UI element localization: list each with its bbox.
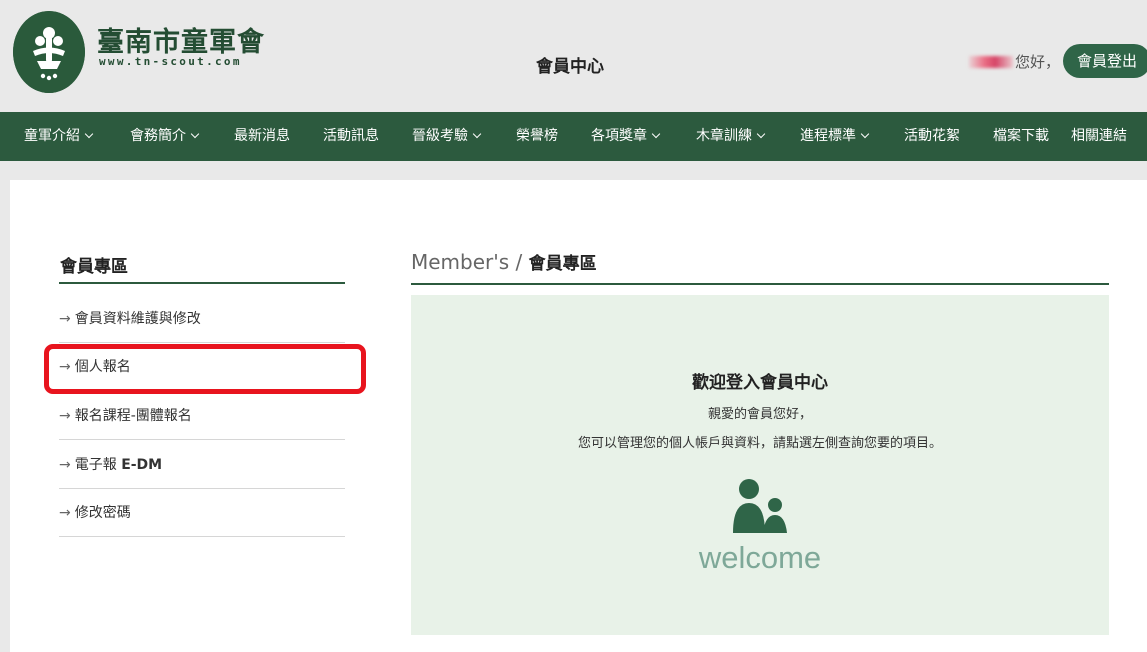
greeting-text: 您好， [1014, 53, 1060, 71]
nav-item-scout-intro[interactable]: 童軍介紹 [24, 112, 94, 161]
arrow-right-icon: → [59, 505, 71, 521]
arrow-right-icon: → [59, 457, 71, 473]
nav-item-gallery[interactable]: 活動花絮 [904, 112, 960, 161]
sidebar-item-label-bold: E-DM [121, 457, 163, 473]
nav-label: 榮譽榜 [516, 128, 558, 144]
nav-label: 木章訓練 [696, 128, 752, 144]
logout-button[interactable]: 會員登出 [1063, 44, 1147, 78]
welcome-panel: 歡迎登入會員中心 親愛的會員您好， 您可以管理您的個人帳戶與資料，請點選左側查詢… [411, 295, 1109, 635]
brand-title[interactable]: 臺南市童軍會 [97, 20, 265, 59]
nav-item-progress-standards[interactable]: 進程標準 [800, 112, 870, 161]
sidebar-item-change-password[interactable]: → 修改密碼 [59, 489, 345, 537]
chevron-down-icon [756, 129, 766, 139]
highlight-annotation [44, 344, 366, 394]
sidebar-item-group-registration[interactable]: → 報名課程-團體報名 [59, 392, 345, 440]
sidebar-item-label: 修改密碼 [74, 505, 131, 521]
sidebar-item-label: 電子報 [74, 457, 122, 473]
people-icon [729, 477, 789, 542]
welcome-heading: 歡迎登入會員中心 [692, 373, 828, 393]
welcome-text: welcome [698, 540, 822, 575]
nav-label: 活動訊息 [323, 128, 379, 144]
chevron-down-icon [651, 129, 661, 139]
sidebar-title: 會員專區 [60, 257, 128, 277]
main-title: Member's / 會員專區 [411, 249, 597, 274]
nav-item-badges[interactable]: 各項獎章 [591, 112, 661, 161]
nav-label: 相關連結 [1071, 128, 1127, 144]
nav-item-woodbadge[interactable]: 木章訓練 [696, 112, 766, 161]
chevron-down-icon [190, 129, 200, 139]
sidebar-item-label: 報名課程-團體報名 [74, 408, 192, 424]
user-greeting: 您好， [968, 51, 1060, 72]
nav-label: 童軍介紹 [24, 128, 80, 144]
nav-item-association-intro[interactable]: 會務簡介 [130, 112, 200, 161]
nav-item-honor-roll[interactable]: 榮譽榜 [516, 112, 558, 161]
chevron-down-icon [84, 129, 94, 139]
nav-label: 活動花絮 [904, 128, 960, 144]
site-header: 臺南市童軍會 www.tn-scout.com 會員中心 您好， 會員登出 [0, 0, 1147, 112]
nav-label: 進程標準 [800, 128, 856, 144]
main-nav: 童軍介紹 會務簡介 最新消息 活動訊息 晉級考驗 榮譽榜 各項獎章 木章訓練 進… [0, 112, 1147, 161]
chevron-down-icon [860, 129, 870, 139]
scout-logo-icon[interactable] [13, 11, 85, 93]
sidebar-item-member-data[interactable]: → 會員資料維護與修改 [59, 295, 345, 343]
welcome-line-1: 親愛的會員您好， [707, 407, 812, 422]
main-title-en: Member's / [411, 250, 529, 274]
nav-label: 晉級考驗 [412, 128, 468, 144]
redacted-username [968, 56, 1013, 68]
nav-item-advancement[interactable]: 晉級考驗 [412, 112, 482, 161]
main-title-zh: 會員專區 [528, 254, 597, 274]
sidebar-item-newsletter[interactable]: → 電子報 E-DM [59, 441, 345, 489]
brand-url: www.tn-scout.com [99, 55, 242, 68]
main-divider [411, 283, 1109, 285]
sidebar-item-label: 會員資料維護與修改 [74, 311, 201, 327]
nav-label: 最新消息 [234, 128, 290, 144]
nav-label: 各項獎章 [591, 128, 647, 144]
sidebar-divider [59, 282, 345, 284]
nav-label: 檔案下載 [993, 128, 1049, 144]
page-title: 會員中心 [536, 57, 604, 77]
nav-item-events[interactable]: 活動訊息 [323, 112, 379, 161]
nav-item-news[interactable]: 最新消息 [234, 112, 290, 161]
welcome-line-2: 您可以管理您的個人帳戶與資料，請點選左側查詢您要的項目。 [577, 436, 942, 451]
arrow-right-icon: → [59, 408, 71, 424]
arrow-right-icon: → [59, 311, 71, 327]
nav-item-downloads[interactable]: 檔案下載 [993, 112, 1049, 161]
nav-item-links[interactable]: 相關連結 [1071, 112, 1127, 161]
chevron-down-icon [472, 129, 482, 139]
nav-label: 會務簡介 [130, 128, 186, 144]
